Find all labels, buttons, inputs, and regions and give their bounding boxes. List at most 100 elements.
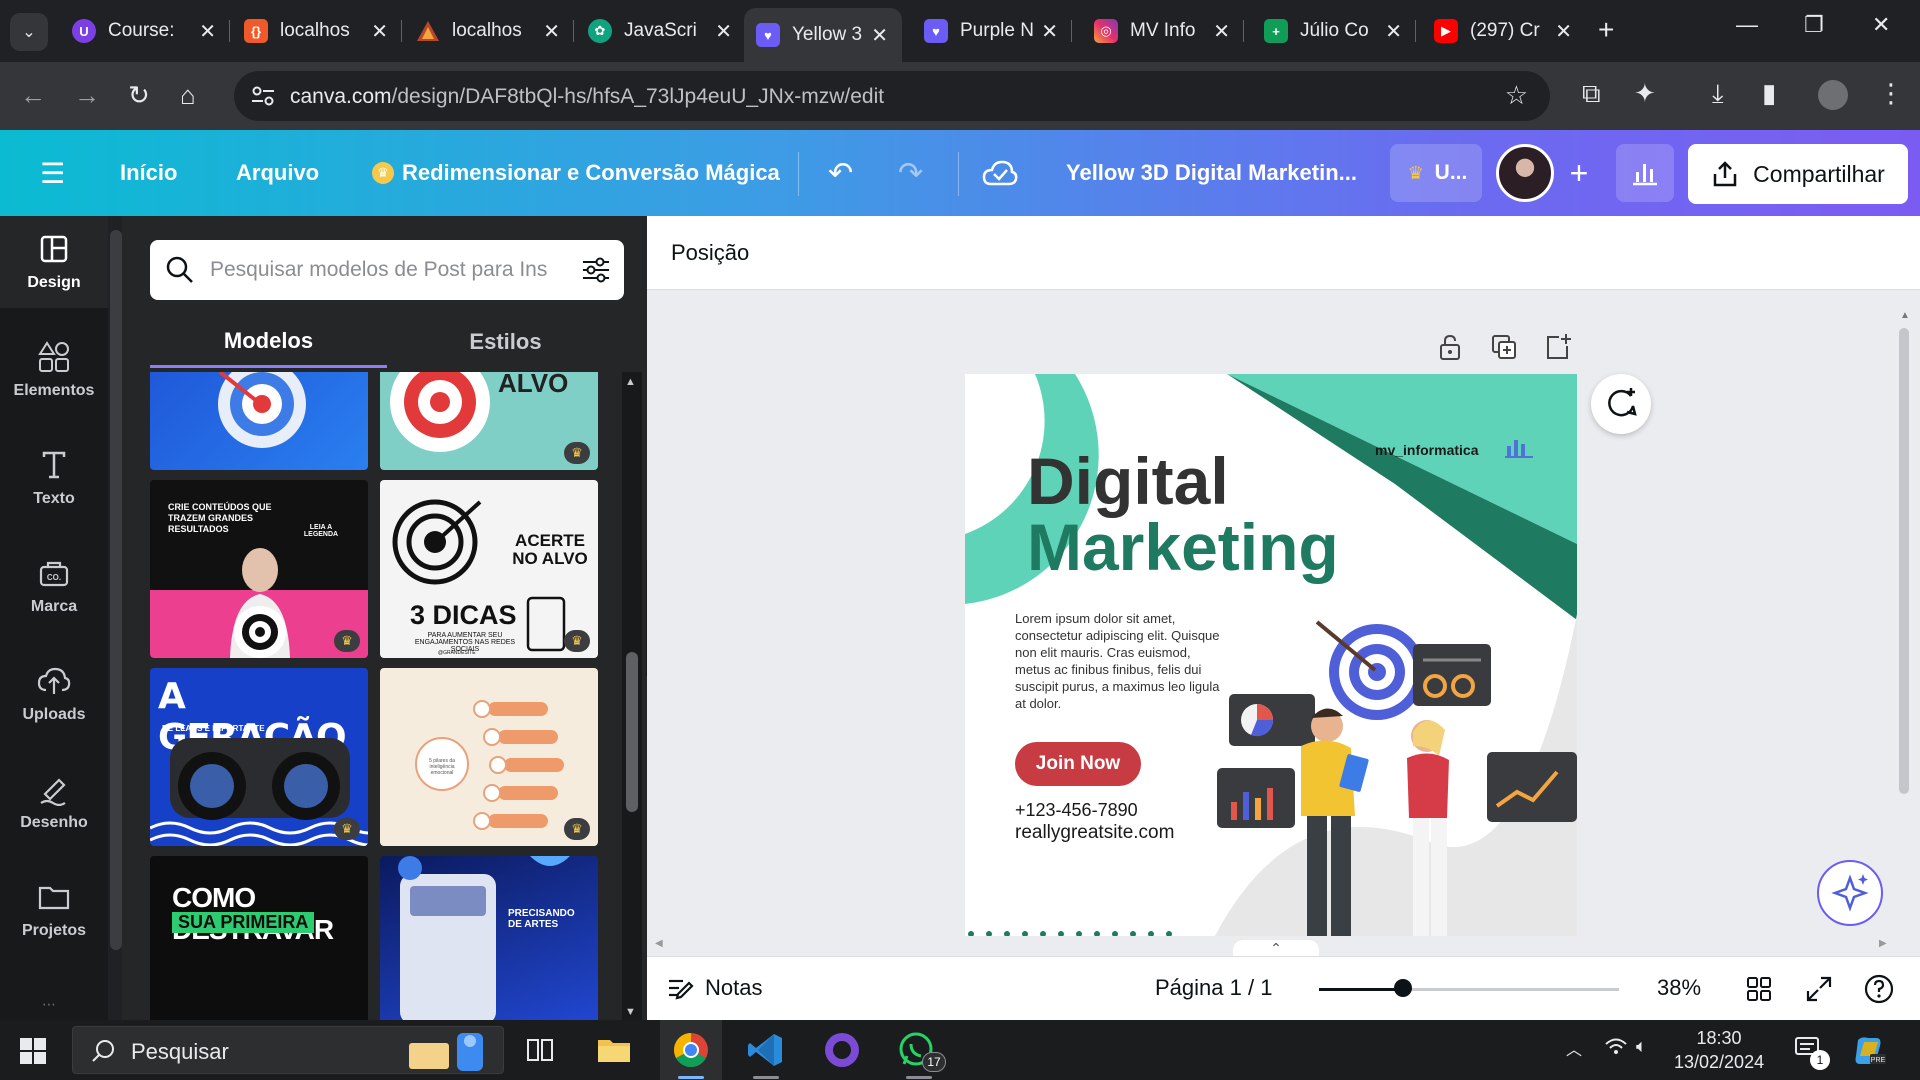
close-icon[interactable]: ✕ (871, 23, 888, 48)
browser-tab-1[interactable]: U Course: ✕ (60, 8, 230, 54)
rail-item-draw[interactable]: Desenho (0, 756, 108, 848)
undo-icon[interactable]: ↶ (828, 130, 853, 216)
close-window-icon[interactable]: ✕ (1872, 12, 1890, 38)
template-search-input[interactable]: Pesquisar modelos de Post para Ins (150, 240, 624, 300)
template-card-como-destravar[interactable]: COMO DESTRAVAR SUA PRIMEIRA (150, 856, 368, 1020)
wifi-icon[interactable] (1604, 1036, 1628, 1061)
bookmark-star-icon[interactable]: ☆ (1505, 80, 1528, 111)
menu-file[interactable]: Arquivo (236, 130, 319, 216)
magic-assistant-button[interactable] (1817, 860, 1883, 926)
chrome-icon[interactable] (671, 1030, 711, 1070)
browser-tab-2[interactable]: {} localhos ✕ (232, 8, 402, 54)
template-card-precisando-artes[interactable]: PRECISANDO DE ARTES (380, 856, 598, 1020)
position-button[interactable]: Posição (671, 240, 749, 266)
cloud-saved-icon[interactable] (982, 130, 1018, 216)
zoom-slider-knob[interactable] (1394, 979, 1412, 997)
help-question-icon[interactable] (1863, 973, 1895, 1005)
forward-arrow-icon[interactable]: → (74, 80, 100, 111)
panel-scrollbar-thumb[interactable] (626, 652, 638, 812)
close-icon[interactable]: ✕ (371, 19, 388, 44)
design-body-text[interactable]: Lorem ipsum dolor sit amet, consectetur … (1015, 610, 1227, 712)
close-icon[interactable]: ✕ (1555, 19, 1572, 44)
windows-start-icon[interactable] (20, 1038, 46, 1064)
insights-chart-icon[interactable] (1616, 144, 1674, 202)
copilot-icon[interactable]: PRE (1852, 1034, 1886, 1066)
notes-button[interactable]: Notas (667, 975, 762, 1001)
task-view-icon[interactable] (520, 1030, 560, 1070)
duplicate-page-icon[interactable] (1489, 332, 1519, 362)
browser-tab-7[interactable]: ◎ MV Info ✕ (1082, 8, 1244, 54)
design-join-now-button[interactable]: Join Now (1015, 742, 1141, 786)
system-clock[interactable]: 18:30 13/02/2024 (1674, 1026, 1764, 1074)
hamburger-menu-icon[interactable]: ☰ (40, 130, 65, 216)
browser-tab-3[interactable]: localhos ✕ (404, 8, 574, 54)
back-arrow-icon[interactable]: ← (20, 80, 46, 111)
home-icon[interactable]: ⌂ (180, 80, 196, 111)
page-indicator[interactable]: Página 1 / 1 (1155, 975, 1272, 1001)
rail-item-text[interactable]: Texto (0, 432, 108, 524)
upgrade-button[interactable]: ♛ U... (1390, 144, 1482, 202)
close-icon[interactable]: ✕ (199, 19, 216, 44)
rail-item-brand[interactable]: CO. Marca (0, 540, 108, 632)
close-icon[interactable]: ✕ (1385, 19, 1402, 44)
file-explorer-icon[interactable] (594, 1030, 634, 1070)
browser-tab-5-active[interactable]: ♥ Yellow 3 ✕ (744, 8, 902, 62)
browser-tab-9[interactable]: ▶ (297) Cr ✕ (1422, 8, 1586, 54)
add-collaborator-plus-icon[interactable]: + (1556, 150, 1602, 196)
side-panel-icon[interactable]: ▮ (1762, 78, 1776, 109)
template-card-crie-conteudos[interactable]: CRIE CONTEÚDOS QUE TRAZEM GRANDES RESULT… (150, 480, 368, 658)
rail-item-elements[interactable]: Elementos (0, 324, 108, 416)
github-desktop-icon[interactable] (822, 1030, 862, 1070)
volume-icon[interactable]: 🔈︎ (1636, 1036, 1647, 1057)
filter-sliders-icon[interactable] (580, 254, 612, 286)
vscode-icon[interactable] (746, 1030, 786, 1070)
show-pages-chevron-icon[interactable]: ⌃ (1233, 940, 1319, 956)
profile-avatar[interactable] (1818, 80, 1848, 110)
template-card-acerte-alvo-teal[interactable]: ALVO ♛ (380, 372, 598, 470)
close-icon[interactable]: ✕ (543, 19, 560, 44)
design-handle[interactable]: mv_informatica (1375, 442, 1478, 458)
canvas-scrollbar-thumb[interactable] (1899, 328, 1909, 794)
redo-icon[interactable]: ↷ (898, 130, 923, 216)
reload-icon[interactable]: ↻ (128, 80, 150, 111)
browser-tab-8[interactable]: + Júlio Co ✕ (1252, 8, 1416, 54)
magic-resize-button[interactable]: ♛ Redimensionar e Conversão Mágica (372, 130, 780, 216)
template-card-3-dicas[interactable]: ACERTE NO ALVO 3 DICAS PARA AUMENTAR SEU… (380, 480, 598, 658)
browser-tab-4[interactable]: ✿ JavaScri ✕ (576, 8, 746, 54)
design-website[interactable]: reallygreatsite.com (1015, 822, 1174, 844)
add-page-icon[interactable] (1543, 332, 1573, 362)
more-apps-dots-icon[interactable]: ⋯ (42, 996, 56, 1013)
panel-scrollbar[interactable]: ▲ ▼ (622, 372, 642, 1020)
tab-templates[interactable]: Modelos (150, 316, 387, 368)
extension-puzzle-icon[interactable]: ⧉ (1582, 78, 1601, 110)
design-title-line2[interactable]: Marketing (1027, 514, 1339, 580)
rail-item-design[interactable]: Design (0, 216, 108, 308)
zoom-percentage[interactable]: 38% (1657, 975, 1701, 1001)
rail-item-uploads[interactable]: Uploads (0, 648, 108, 740)
scroll-right-arrow-icon[interactable]: ▶ (1879, 938, 1887, 949)
browser-tab-6[interactable]: ♥ Purple N ✕ (912, 8, 1072, 54)
template-card-target-blue[interactable] (150, 372, 368, 470)
new-tab-plus-icon[interactable]: + (1598, 14, 1614, 46)
close-icon[interactable]: ✕ (1213, 19, 1230, 44)
zoom-slider[interactable] (1319, 988, 1619, 991)
tray-chevron-icon[interactable]: ︿ (1566, 1036, 1582, 1060)
document-title[interactable]: Yellow 3D Digital Marketin... (1066, 130, 1357, 216)
close-icon[interactable]: ✕ (1041, 19, 1058, 44)
template-card-a-geracao[interactable]: A GERAÇÃO DE LEADS E IMPORTANTE ♛ (150, 668, 368, 846)
template-card-5-pilares[interactable]: 5 pilares da inteligência emocional ♛ (380, 668, 598, 846)
design-title-line1[interactable]: Digital (1027, 448, 1229, 514)
extensions-icon[interactable]: ✦ (1634, 78, 1656, 109)
address-bar[interactable]: canva.com/design/DAF8tbQl-hs/hfsA_73lJp4… (234, 71, 1550, 121)
rail-scrollbar[interactable] (110, 230, 122, 950)
comment-add-button[interactable] (1591, 374, 1651, 434)
site-settings-icon[interactable] (250, 84, 276, 108)
lock-icon[interactable] (1435, 332, 1465, 362)
design-phone[interactable]: +123-456-7890 (1015, 800, 1138, 821)
design-page-canvas[interactable]: mv_informatica Digital Marketing Lorem i… (965, 374, 1577, 936)
taskbar-search-input[interactable]: Pesquisar (72, 1026, 504, 1074)
scroll-left-arrow-icon[interactable]: ◀ (655, 938, 663, 949)
close-icon[interactable]: ✕ (715, 19, 732, 44)
menu-home[interactable]: Início (120, 130, 177, 216)
rail-item-projects[interactable]: Projetos (0, 864, 108, 956)
